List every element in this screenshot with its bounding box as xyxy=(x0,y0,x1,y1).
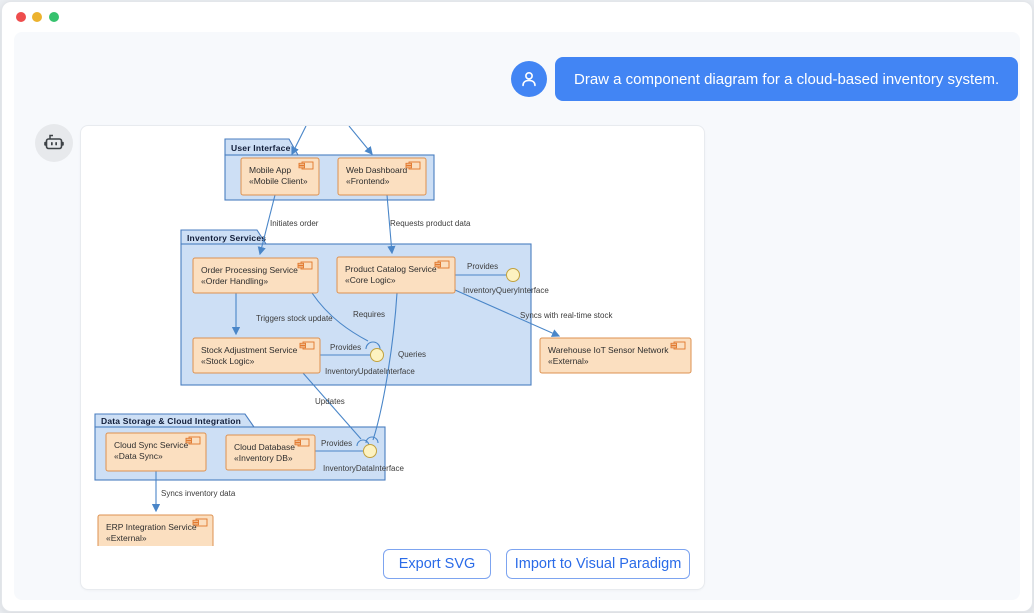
component-erp-integration: ERP Integration Service «External» xyxy=(98,515,213,546)
component-name: Web Dashboard xyxy=(346,165,408,175)
interface-ball-query xyxy=(507,269,520,282)
interface-label: InventoryUpdateInterface xyxy=(325,367,415,376)
bot-avatar xyxy=(35,124,73,162)
component-icon xyxy=(193,519,207,526)
edge-label: Syncs inventory data xyxy=(161,489,236,498)
person-icon xyxy=(518,68,540,90)
component-order-processing: Order Processing Service «Order Handling… xyxy=(193,258,318,293)
chat-panel: Draw a component diagram for a cloud-bas… xyxy=(14,32,1020,600)
component-icon xyxy=(406,162,420,169)
export-svg-button[interactable]: Export SVG xyxy=(383,549,491,579)
package-title: Data Storage & Cloud Integration xyxy=(101,416,241,426)
edge-label: Syncs with real-time stock xyxy=(520,311,613,320)
user-message-text: Draw a component diagram for a cloud-bas… xyxy=(574,71,999,88)
component-name: Cloud Sync Service xyxy=(114,440,188,450)
edge-label: Provides xyxy=(467,262,498,271)
component-stereotype: «Inventory DB» xyxy=(234,453,293,463)
interface-label: InventoryQueryInterface xyxy=(463,286,549,295)
component-stereotype: «External» xyxy=(106,533,147,543)
component-icon xyxy=(298,262,312,269)
user-message-bubble: Draw a component diagram for a cloud-bas… xyxy=(555,57,1018,101)
component-icon xyxy=(300,342,314,349)
component-name: Order Processing Service xyxy=(201,265,298,275)
component-stereotype: «Frontend» xyxy=(346,176,390,186)
component-icon xyxy=(295,439,309,446)
component-icon xyxy=(671,342,685,349)
component-warehouse-iot: Warehouse IoT Sensor Network «External» xyxy=(540,338,691,373)
component-icon xyxy=(186,437,200,444)
component-icon xyxy=(435,261,449,268)
import-visual-paradigm-button[interactable]: Import to Visual Paradigm xyxy=(506,549,690,579)
edge-label: Requires xyxy=(353,310,385,319)
interface-label: InventoryDataInterface xyxy=(323,464,404,473)
edge-into-web-dashboard xyxy=(349,126,372,154)
component-cloud-database: Cloud Database «Inventory DB» xyxy=(226,435,315,470)
component-name: Warehouse IoT Sensor Network xyxy=(548,345,669,355)
component-stereotype: «Order Handling» xyxy=(201,276,268,286)
edge-label: Updates xyxy=(315,397,345,406)
component-stereotype: «External» xyxy=(548,356,589,366)
app-window: Draw a component diagram for a cloud-bas… xyxy=(1,1,1033,612)
component-cloud-sync: Cloud Sync Service «Data Sync» xyxy=(106,433,206,471)
component-web-dashboard: Web Dashboard «Frontend» xyxy=(338,158,426,195)
component-product-catalog: Product Catalog Service «Core Logic» xyxy=(337,257,455,293)
component-stereotype: «Stock Logic» xyxy=(201,356,255,366)
component-name: Cloud Database xyxy=(234,442,295,452)
edge-label: Triggers stock update xyxy=(256,314,333,323)
component-name: Product Catalog Service xyxy=(345,264,437,274)
edge-label: Requests product data xyxy=(390,219,471,228)
component-stereotype: «Core Logic» xyxy=(345,275,396,285)
component-name: Mobile App xyxy=(249,165,291,175)
component-name: ERP Integration Service xyxy=(106,522,197,532)
interface-ball-update xyxy=(371,349,384,362)
component-stock-adjustment: Stock Adjustment Service «Stock Logic» xyxy=(193,338,320,373)
edge-label: Initiates order xyxy=(270,219,319,228)
interface-ball-data xyxy=(364,445,377,458)
edge-label: Provides xyxy=(330,343,361,352)
edge-into-mobile-app xyxy=(292,126,306,154)
maximize-window-button[interactable] xyxy=(49,12,59,22)
component-icon xyxy=(299,162,313,169)
component-mobile-app: Mobile App «Mobile Client» xyxy=(241,158,319,195)
edge-label: Provides xyxy=(321,439,352,448)
package-title: Inventory Services xyxy=(187,233,266,243)
component-diagram-svg: User Interface Inventory Services Data S… xyxy=(81,126,706,546)
minimize-window-button[interactable] xyxy=(32,12,42,22)
component-stereotype: «Data Sync» xyxy=(114,451,163,461)
edge-label: Queries xyxy=(398,350,426,359)
robot-icon xyxy=(42,131,66,155)
component-stereotype: «Mobile Client» xyxy=(249,176,308,186)
titlebar xyxy=(2,2,1032,32)
package-title: User Interface xyxy=(231,143,291,153)
diagram-card: User Interface Inventory Services Data S… xyxy=(80,125,705,590)
component-name: Stock Adjustment Service xyxy=(201,345,298,355)
close-window-button[interactable] xyxy=(16,12,26,22)
user-avatar xyxy=(511,61,547,97)
